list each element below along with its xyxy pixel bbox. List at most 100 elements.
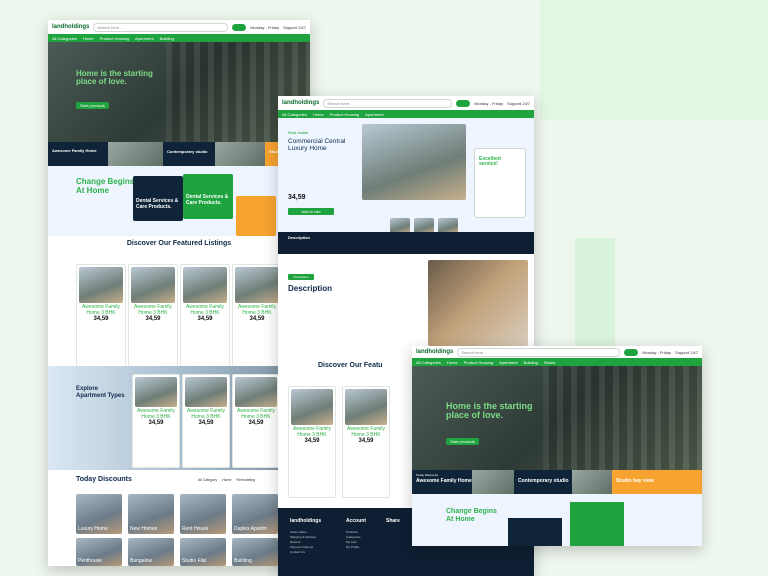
logo[interactable]: landholdings: [416, 349, 453, 355]
category-tile[interactable]: Building: [232, 538, 278, 566]
footer-brand: landholdings: [290, 518, 322, 524]
nav-categories[interactable]: All Categories: [52, 36, 77, 41]
category-tile[interactable]: Studio Flat: [180, 538, 226, 566]
listing-name: Awesome Family Home 3 BHK: [186, 304, 224, 316]
promo-card-title: Contemporary studio: [518, 478, 569, 484]
listing-photo: [185, 377, 227, 407]
listing-card[interactable]: Awesome Family Home 3 BHK 34,59: [76, 264, 126, 376]
search-button[interactable]: [456, 99, 471, 107]
listing-name: Awesome Family Home 3 BHK: [137, 408, 175, 420]
hero-button[interactable]: Start products: [446, 438, 479, 445]
today-discounts-title: Today Discounts: [76, 476, 132, 483]
nav-item-product[interactable]: Product Housing: [330, 112, 360, 117]
logo[interactable]: landholdings: [282, 100, 319, 106]
apartment-section: Explore Apartment Types Awesome Family H…: [48, 366, 310, 470]
listing-price: 34,59: [248, 420, 264, 426]
nav-item-building[interactable]: Building: [524, 360, 538, 365]
nav-item-building[interactable]: Building: [160, 36, 174, 41]
dental-card-green[interactable]: [570, 502, 624, 546]
listing-price: 34,59: [148, 420, 164, 426]
tile-label: Studio Flat: [182, 558, 206, 564]
hours: Monday - Friday: [250, 24, 280, 30]
category-tile[interactable]: Duplex Apartm: [232, 494, 278, 534]
category-tile[interactable]: New Homes: [128, 494, 174, 534]
listings-title: Discover Our Featured Listings: [126, 240, 232, 247]
footer-link[interactable]: Contact Us: [290, 550, 316, 555]
promo-card-studio[interactable]: Contemporary studio: [514, 470, 572, 494]
listing-photo: [235, 377, 277, 407]
promo-card-family[interactable]: Today Discounts Awesome Family Home: [412, 470, 472, 494]
promo-card-studio[interactable]: Contemporary studio: [163, 142, 215, 166]
nav-item-product[interactable]: Product Housing: [464, 360, 494, 365]
review-card: Excellent service!: [474, 148, 526, 218]
tile-label: Bungalow: [130, 558, 152, 564]
tile-label: New Homes: [130, 526, 158, 532]
search-input[interactable]: Search here...: [93, 22, 229, 32]
search-button[interactable]: [624, 348, 639, 356]
footer-links: Order status Shipping & Delivery Returns…: [290, 530, 316, 555]
background-shape: [540, 0, 768, 120]
listing-card[interactable]: Awesome Family Home 3 BHK 34,59: [342, 386, 390, 498]
change-title-line2: At Home: [446, 515, 475, 523]
filter-tab[interactable]: Home: [222, 478, 231, 482]
logo[interactable]: landholdings: [52, 24, 89, 30]
footer-account-links: Products Categories My Cart My Profile: [346, 530, 361, 550]
filter-tab[interactable]: All Category: [198, 478, 217, 482]
promo-photo: [108, 142, 163, 166]
listing-card[interactable]: Awesome Family Home 3 BHK 34,59: [128, 264, 178, 376]
hero-button[interactable]: Start products: [76, 102, 109, 109]
change-section: Change Begins At Home Dental Services & …: [48, 166, 310, 236]
hero-title-line2: place of love.: [446, 410, 504, 421]
product-main-photo: [362, 124, 466, 200]
category-tile[interactable]: Rent House: [180, 494, 226, 534]
add-to-cart-button[interactable]: Add to cart: [288, 208, 334, 215]
listing-card[interactable]: Awesome Family Home 3 BHK 34,59: [232, 374, 280, 468]
hero-title: Home is the starting place of love.: [76, 69, 153, 87]
dental-card-green[interactable]: Dental Services & Care Products.: [183, 174, 233, 219]
dental-card-dark[interactable]: [508, 518, 562, 546]
nav-item-home[interactable]: Home: [447, 360, 458, 365]
nav-item-product[interactable]: Product Housing: [100, 36, 130, 41]
category-tile[interactable]: Bungalow: [128, 538, 174, 566]
listing-card[interactable]: Awesome Family Home 3 BHK 34,59: [288, 386, 336, 498]
listing-card[interactable]: Awesome Family Home 3 BHK 34,59: [132, 374, 180, 468]
listing-photo: [291, 389, 333, 425]
promo-photo: [572, 470, 612, 494]
dental-card-dark[interactable]: Dental Services & Care Products.: [133, 176, 183, 221]
hours: Monday - Friday: [642, 349, 672, 355]
promo-strip: Today Discounts Awesome Family Home Cont…: [412, 470, 702, 494]
category-tile[interactable]: Luxury Home: [76, 494, 122, 534]
apartment-title-line2: Apartment Types: [76, 392, 125, 399]
footer-link[interactable]: My Profile: [346, 545, 361, 550]
nav-item-apartment[interactable]: Apartment: [499, 360, 517, 365]
nav-item-apartment[interactable]: Apartment: [365, 112, 383, 117]
nav-item-home[interactable]: Home: [83, 36, 94, 41]
search-input[interactable]: Search here...: [457, 347, 621, 357]
nav-categories[interactable]: All Categories: [416, 360, 441, 365]
category-tile[interactable]: Penthouse: [76, 538, 122, 566]
promo-card-bay[interactable]: Studio bay view: [612, 470, 702, 494]
filter-tab[interactable]: Remodeling: [236, 478, 255, 482]
nav-item-home[interactable]: Home: [313, 112, 324, 117]
nav-item-apartment[interactable]: Apartment: [135, 36, 153, 41]
search-button[interactable]: [232, 23, 247, 31]
listing-name: Awesome Family Home 3 BHK: [238, 304, 276, 316]
promo-card-family[interactable]: Awesome Family Home: [48, 142, 108, 166]
nav-item-stores[interactable]: Stores: [544, 360, 556, 365]
nav-categories[interactable]: All Categories: [282, 112, 307, 117]
listing-card[interactable]: Awesome Family Home 3 BHK 34,59: [180, 264, 230, 376]
filter-tabs: All Category Home Remodeling: [198, 478, 255, 482]
listing-card[interactable]: Awesome Family Home 3 BHK 34,59: [232, 264, 282, 376]
listing-card[interactable]: Awesome Family Home 3 BHK 34,59: [182, 374, 230, 468]
search-input[interactable]: Search here...: [323, 98, 453, 108]
listing-photo: [135, 377, 177, 407]
listing-name: Awesome Family Home 3 BHK: [82, 304, 120, 316]
listing-photo: [183, 267, 227, 303]
hero-title: Home is the starting place of love.: [446, 401, 533, 421]
review-title: Excellent service!: [479, 156, 501, 168]
support: Support 24/7: [675, 349, 698, 355]
change-title: Change Begins At Home: [76, 177, 134, 196]
header: landholdings Search here... Monday - Fri…: [412, 346, 702, 358]
dental-card-orange[interactable]: [236, 196, 276, 236]
change-title-line2: At Home: [76, 185, 109, 195]
